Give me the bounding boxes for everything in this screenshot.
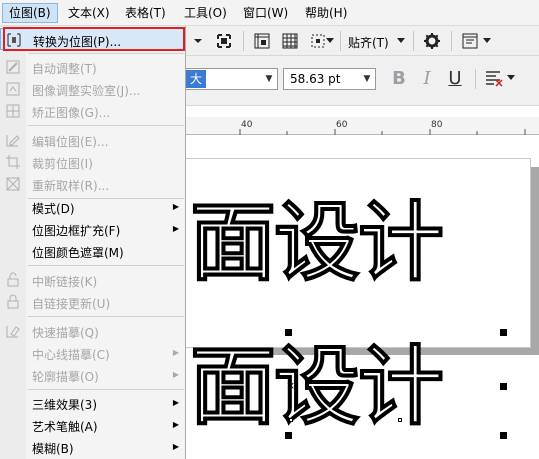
resample-icon [5, 176, 21, 192]
menu-item-image-lab[interactable]: 图像调整实验室(J)... [0, 78, 185, 100]
quick-trace-icon [5, 323, 21, 339]
selection-handle[interactable] [285, 432, 292, 439]
menu-item-label: 模式(D) [32, 202, 75, 216]
node-point[interactable] [289, 418, 293, 422]
show-rulers-icon[interactable] [251, 30, 273, 52]
menu-item-art-strokes[interactable]: 艺术笔触(A) ▶ [0, 414, 185, 436]
edit-bitmap-icon [5, 132, 21, 148]
menu-item-label: 模糊(B) [32, 442, 74, 456]
menu-item-label: 自链接更新(U) [32, 297, 111, 311]
menu-item-3d-effects[interactable]: 三维效果(3) ▶ [0, 392, 185, 414]
font-list[interactable]: 大 ▼ [185, 68, 278, 90]
node-point[interactable] [398, 418, 402, 422]
submenu-arrow-icon: ▶ [172, 370, 179, 379]
selection-handle[interactable] [500, 432, 507, 439]
menu-item-resample[interactable]: 重新取样(R)... [0, 173, 185, 195]
selection-handle[interactable] [285, 329, 292, 336]
menu-item-label: 位图边框扩充(F) [32, 224, 121, 238]
horizontal-ruler[interactable]: 40 60 80 [185, 117, 539, 135]
menu-item-label: 艺术笔触(A) [32, 420, 98, 434]
text-align-dropdown-icon[interactable] [505, 67, 517, 89]
menu-item-label: 自动调整(T) [32, 62, 97, 76]
menu-item-bitmap-border[interactable]: 位图边框扩充(F) ▶ [0, 218, 185, 240]
submenu-arrow-icon: ▶ [172, 442, 179, 451]
auto-adjust-icon [5, 59, 21, 75]
menu-item-crop-bitmap[interactable]: 裁剪位图(I) [0, 151, 185, 173]
outline-text-top[interactable]: 面设计 [189, 199, 444, 286]
menu-text[interactable]: 文本(X) [62, 3, 116, 23]
ruler-ticks [239, 129, 526, 135]
guides-dropdown-icon[interactable] [325, 30, 335, 52]
font-size-field[interactable]: 58.63 pt ▼ [283, 68, 376, 90]
center-marker-icon: × [286, 379, 296, 392]
gear-icon[interactable] [421, 30, 443, 52]
selection-handle[interactable] [500, 329, 507, 336]
submenu-arrow-icon: ▶ [172, 348, 179, 357]
snap-dropdown-icon[interactable] [395, 30, 407, 52]
break-link-icon [5, 272, 21, 288]
menu-bar: 位图(B) 文本(X) 表格(T) 工具(O) 窗口(W) 帮助(H) [0, 0, 539, 26]
menu-tools[interactable]: 工具(O) [178, 3, 233, 23]
submenu-arrow-icon: ▶ [172, 398, 179, 407]
crop-bitmap-icon [5, 154, 21, 170]
menu-item-quick-trace[interactable]: 快速描摹(Q) [0, 320, 185, 342]
image-lab-icon [5, 81, 21, 97]
menu-item-centerline-trace[interactable]: 中心线描摹(C) ▶ [0, 342, 185, 364]
menu-item-label: 快速描摹(Q) [32, 326, 99, 340]
menu-item-label: 中断链接(K) [32, 275, 98, 289]
menu-table[interactable]: 表格(T) [119, 3, 172, 23]
menu-item-color-mask[interactable]: 位图颜色遮罩(M) [0, 240, 185, 262]
selection-handle[interactable] [500, 383, 507, 390]
snap-to-button[interactable]: 贴齐(T) [348, 34, 389, 51]
menu-item-outline-trace[interactable]: 轮廓描摹(O) ▶ [0, 364, 185, 386]
menu-item-break-link[interactable]: 中断链接(K) [0, 269, 185, 291]
menu-window[interactable]: 窗口(W) [237, 3, 294, 23]
callout-highlight-box [3, 27, 185, 51]
menu-item-auto-adjust[interactable]: 自动调整(T) [0, 56, 185, 78]
menu-bitmap[interactable]: 位图(B) [2, 3, 58, 23]
text-align-icon[interactable] [483, 67, 505, 89]
menu-item-label: 位图颜色遮罩(M) [32, 246, 124, 260]
submenu-arrow-icon: ▶ [172, 224, 179, 233]
font-value: 大 [186, 70, 206, 88]
outline-text-bottom[interactable]: 面设计 [189, 343, 444, 430]
chevron-down-icon[interactable]: ▼ [261, 69, 277, 89]
menu-item-label: 图像调整实验室(J)... [32, 84, 141, 98]
property-bar: 大 ▼ 58.63 pt ▼ B I U [185, 56, 539, 106]
menu-item-label: 矫正图像(G)... [32, 106, 111, 120]
menu-item-label: 轮廓描摹(O) [32, 370, 99, 384]
bitmap-menu: 转换为位图(P)... 自动调整(T) 图像调整实验室(J)... 矫正图像(G… [0, 26, 186, 459]
menu-item-label: 重新取样(R)... [32, 179, 110, 193]
menu-item-mode[interactable]: 模式(D) ▶ [0, 196, 185, 218]
font-size-value: 58.63 pt [290, 72, 341, 86]
submenu-arrow-icon: ▶ [172, 202, 179, 211]
menu-item-label: 编辑位图(E)... [32, 135, 109, 149]
dropdown-arrow-icon[interactable] [187, 30, 209, 52]
italic-button[interactable]: I [415, 66, 439, 90]
menu-item-straighten[interactable]: 矫正图像(G)... [0, 100, 185, 122]
menu-item-label: 裁剪位图(I) [32, 157, 93, 171]
menu-item-edit-bitmap[interactable]: 编辑位图(E)... [0, 129, 185, 151]
full-screen-icon[interactable] [213, 30, 235, 52]
menu-item-blur[interactable]: 模糊(B) ▶ [0, 436, 185, 458]
straighten-icon [5, 103, 21, 119]
launcher-icon[interactable] [459, 30, 481, 52]
menu-item-label: 三维效果(3) [32, 398, 97, 412]
submenu-arrow-icon: ▶ [172, 420, 179, 429]
update-link-icon [5, 294, 21, 310]
underline-button[interactable]: U [443, 66, 467, 90]
menu-item-update-link[interactable]: 自链接更新(U) [0, 291, 185, 313]
menu-item-label: 中心线描摹(C) [32, 348, 110, 362]
bold-button[interactable]: B [387, 66, 411, 90]
chevron-down-icon[interactable]: ▼ [359, 69, 375, 89]
show-grid-icon[interactable] [279, 30, 301, 52]
launcher-dropdown-icon[interactable] [481, 30, 493, 52]
standard-toolbar: 贴齐(T) [185, 26, 539, 56]
menu-help[interactable]: 帮助(H) [299, 3, 353, 23]
